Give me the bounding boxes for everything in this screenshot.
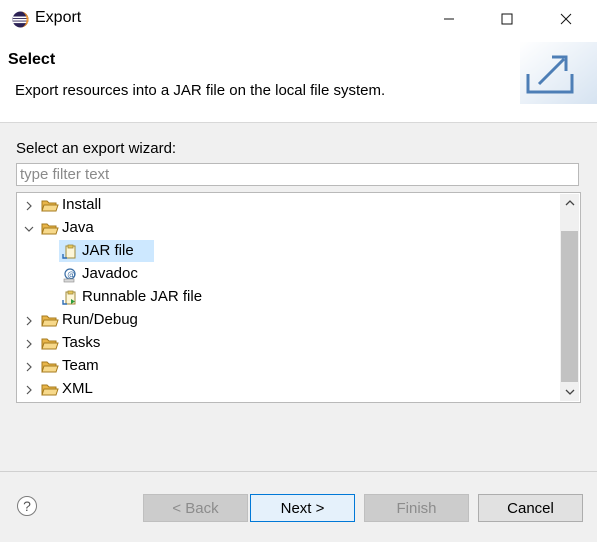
tree-item-javadoc[interactable]: @ Javadoc [17,263,557,286]
finish-button[interactable]: Finish [364,494,469,522]
tree-item-label: Run/Debug [62,311,138,328]
folder-icon [41,200,59,212]
filter-input[interactable] [16,163,579,186]
chevron-down-icon [565,389,574,395]
tree-item-label: Java [62,219,94,236]
tree-item-team[interactable]: Team [17,355,557,378]
tree-item-label: XML [62,380,93,397]
tree-item-xml[interactable]: XML [17,378,557,401]
scroll-thumb[interactable] [561,231,578,382]
tree-item-jar-file[interactable]: JAR file [17,240,557,263]
svg-text:@: @ [67,270,75,279]
chevron-down-icon[interactable] [23,217,35,240]
folder-open-icon [41,223,59,235]
tree-item-label: Tasks [62,334,101,351]
next-button[interactable]: Next > [250,494,355,522]
export-wizard-banner-icon [520,42,597,104]
chevron-right-icon[interactable] [23,332,35,355]
minimize-button[interactable] [420,0,478,38]
folder-icon [41,361,59,373]
scroll-down-button[interactable] [560,384,579,401]
page-description: Export resources into a JAR file on the … [15,82,386,99]
close-icon [560,13,572,25]
folder-icon [41,338,59,350]
wizard-tree[interactable]: Install Java JAR file @ Javadoc Runnable… [16,192,581,403]
chevron-right-icon[interactable] [23,378,35,401]
tree-item-label: Install [62,196,102,213]
tree-item-runnable-jar[interactable]: Runnable JAR file [17,286,557,309]
close-button[interactable] [537,0,595,38]
chevron-right-icon[interactable] [23,194,35,217]
help-button[interactable]: ? [17,496,37,516]
maximize-icon [501,13,513,25]
jar-file-icon [62,244,76,259]
javadoc-icon: @ [63,268,76,283]
back-button[interactable]: < Back [143,494,248,522]
footer-separator [0,471,597,472]
runnable-jar-icon [62,290,76,305]
wizard-header: Select Export resources into a JAR file … [0,38,597,123]
vertical-scrollbar[interactable] [560,194,579,401]
tree-item-label: Runnable JAR file [82,288,203,305]
chevron-right-icon[interactable] [23,355,35,378]
chevron-right-icon[interactable] [23,309,35,332]
eclipse-icon [12,11,29,28]
tree-item-run-debug[interactable]: Run/Debug [17,309,557,332]
tree-item-java[interactable]: Java [17,217,557,240]
minimize-icon [444,18,454,20]
tree-item-label: Javadoc [82,265,138,282]
tree-item-label: Team [62,357,99,374]
window-title: Export [35,9,82,26]
cancel-button[interactable]: Cancel [478,494,583,522]
page-title: Select [8,51,56,68]
wizard-list-label: Select an export wizard: [16,140,177,157]
chevron-up-icon [565,200,574,206]
tree-item-label: JAR file [82,242,134,259]
folder-icon [41,315,59,327]
scroll-up-button[interactable] [560,194,579,211]
tree-item-tasks[interactable]: Tasks [17,332,557,355]
folder-icon [41,384,59,396]
title-bar: Export [0,0,597,38]
tree-item-install[interactable]: Install [17,194,557,217]
maximize-button[interactable] [478,0,536,38]
